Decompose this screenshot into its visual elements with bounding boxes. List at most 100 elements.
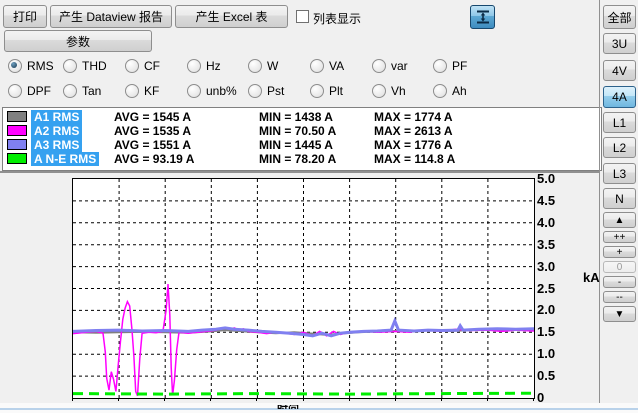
print-button[interactable]: 打印 (3, 5, 47, 28)
sidebar-button-全部[interactable]: 全部 (603, 5, 636, 29)
legend-panel: A1 RMSAVG = 1545 AMIN = 1438 AMAX = 1774… (2, 107, 602, 171)
radio-w[interactable]: W (248, 59, 278, 73)
sidebar-button-4A[interactable]: 4A (603, 86, 636, 108)
sidebar-zoom-button-7[interactable]: ▼ (603, 306, 636, 322)
x-tick-mark (256, 398, 257, 401)
sidebar-zoom-button-2[interactable]: ++ (603, 231, 636, 243)
radio-rms[interactable]: RMS (8, 59, 54, 73)
x-tick-mark (210, 398, 211, 401)
radio-var[interactable]: var (372, 59, 408, 73)
legend-series-name[interactable]: A1 RMS (31, 110, 82, 124)
sidebar-button-3U[interactable]: 3U (603, 33, 636, 54)
vertical-scale-icon (475, 9, 491, 25)
radio-label: Plt (329, 84, 343, 98)
bottom-strip-line (0, 408, 638, 410)
radio-label: var (391, 59, 408, 73)
legend-max-value: MAX = 114.8 A (374, 152, 455, 166)
sidebar-button-L2[interactable]: L2 (603, 137, 636, 158)
x-tick-mark (533, 398, 534, 401)
radio-tan[interactable]: Tan (63, 84, 101, 98)
y-tick-label: 0.5 (537, 368, 577, 383)
bottom-strip (0, 403, 638, 413)
radio-circle (433, 59, 447, 73)
radio-pst[interactable]: Pst (248, 84, 284, 98)
legend-max-value: MAX = 1776 A (374, 138, 453, 152)
radio-vh[interactable]: Vh (372, 84, 406, 98)
x-tick-mark (349, 398, 350, 401)
legend-series-name[interactable]: A N-E RMS (31, 152, 99, 166)
legend-series-name[interactable]: A2 RMS (31, 124, 82, 138)
radio-circle (248, 59, 262, 73)
legend-min-value: MIN = 70.50 A (259, 124, 336, 138)
radio-circle (372, 84, 386, 98)
radio-dpf[interactable]: DPF (8, 84, 51, 98)
y-tick-label: 2.0 (537, 302, 577, 317)
radio-label: W (267, 59, 278, 73)
radio-pf[interactable]: PF (433, 59, 467, 73)
x-tick-mark (487, 398, 488, 401)
y-tick-label: 5.0 (537, 171, 577, 186)
legend-row: A3 RMSAVG = 1551 AMIN = 1445 AMAX = 1776… (3, 138, 601, 152)
x-tick-mark (118, 398, 119, 401)
legend-color-swatch (7, 153, 27, 164)
radio-unb%[interactable]: unb% (187, 84, 237, 98)
dataview-report-button[interactable]: 产生 Dataview 报告 (50, 5, 172, 28)
sidebar-button-L3[interactable]: L3 (603, 163, 636, 184)
radio-plt[interactable]: Plt (310, 84, 343, 98)
radio-circle (433, 84, 447, 98)
radio-label: DPF (27, 84, 51, 98)
radio-label: PF (452, 59, 467, 73)
radio-ah[interactable]: Ah (433, 84, 467, 98)
sidebar-zoom-button-1[interactable]: ▲ (603, 212, 636, 228)
sidebar-separator (599, 0, 600, 403)
sidebar-button-L1[interactable]: L1 (603, 112, 636, 133)
y-tick-label: 3.5 (537, 237, 577, 252)
legend-row: A2 RMS AVG = 1535 A MIN = 70.50 A MAX = 261… (3, 124, 601, 138)
x-tick-mark (72, 398, 73, 401)
radio-circle (8, 84, 22, 98)
radio-circle (372, 59, 386, 73)
radio-thd[interactable]: THD (63, 59, 107, 73)
radio-circle (8, 59, 22, 73)
sidebar-zoom-button-3[interactable]: + (603, 246, 636, 258)
legend-max-value: MAX = 1774 A (374, 110, 453, 124)
xaxis-label-clipped: 时间 (277, 405, 299, 409)
legend-color-swatch (7, 111, 27, 122)
excel-table-button[interactable]: 产生 Excel 表 (175, 5, 288, 28)
sidebar-zoom-button-6[interactable]: -- (603, 291, 636, 303)
legend-color-swatch (7, 125, 27, 136)
x-tick-mark (395, 398, 396, 401)
radio-va[interactable]: VA (310, 59, 344, 73)
legend-color-swatch (7, 139, 27, 150)
legend-series-name[interactable]: A3 RMS (31, 138, 82, 152)
legend-max-value: MAX = 2613 A (374, 124, 453, 138)
chart-canvas (73, 179, 534, 398)
radio-label: Ah (452, 84, 467, 98)
y-tick-label: 1.5 (537, 324, 577, 339)
vertical-scale-button[interactable] (470, 5, 495, 29)
y-tick-label: 1.0 (537, 346, 577, 361)
radio-label: VA (329, 59, 344, 73)
radio-kf[interactable]: KF (125, 84, 159, 98)
radio-cf[interactable]: CF (125, 59, 160, 73)
params-button[interactable]: 参数 (4, 30, 152, 52)
radio-label: KF (144, 84, 159, 98)
legend-min-value: MIN = 1438 A (259, 110, 333, 124)
radio-label: unb% (206, 84, 237, 98)
radio-hz[interactable]: Hz (187, 59, 221, 73)
list-display-label: 列表显示 (313, 10, 361, 27)
radio-circle (310, 59, 324, 73)
chart-plot-area[interactable] (72, 178, 535, 399)
radio-label: CF (144, 59, 160, 73)
sidebar-button-N[interactable]: N (603, 188, 636, 209)
sidebar-zoom-button-5[interactable]: - (603, 276, 636, 288)
legend-avg-value: AVG = 1535 A (114, 124, 191, 138)
x-tick-mark (441, 398, 442, 401)
sidebar-button-4V[interactable]: 4V (603, 60, 636, 81)
y-axis-unit-label: kA (583, 270, 600, 285)
radio-circle (63, 59, 77, 73)
sidebar-zoom-button-4[interactable]: 0 (603, 261, 636, 273)
x-tick-mark (303, 398, 304, 401)
list-display-checkbox[interactable] (296, 10, 309, 23)
legend-avg-value: AVG = 93.19 A (114, 152, 194, 166)
